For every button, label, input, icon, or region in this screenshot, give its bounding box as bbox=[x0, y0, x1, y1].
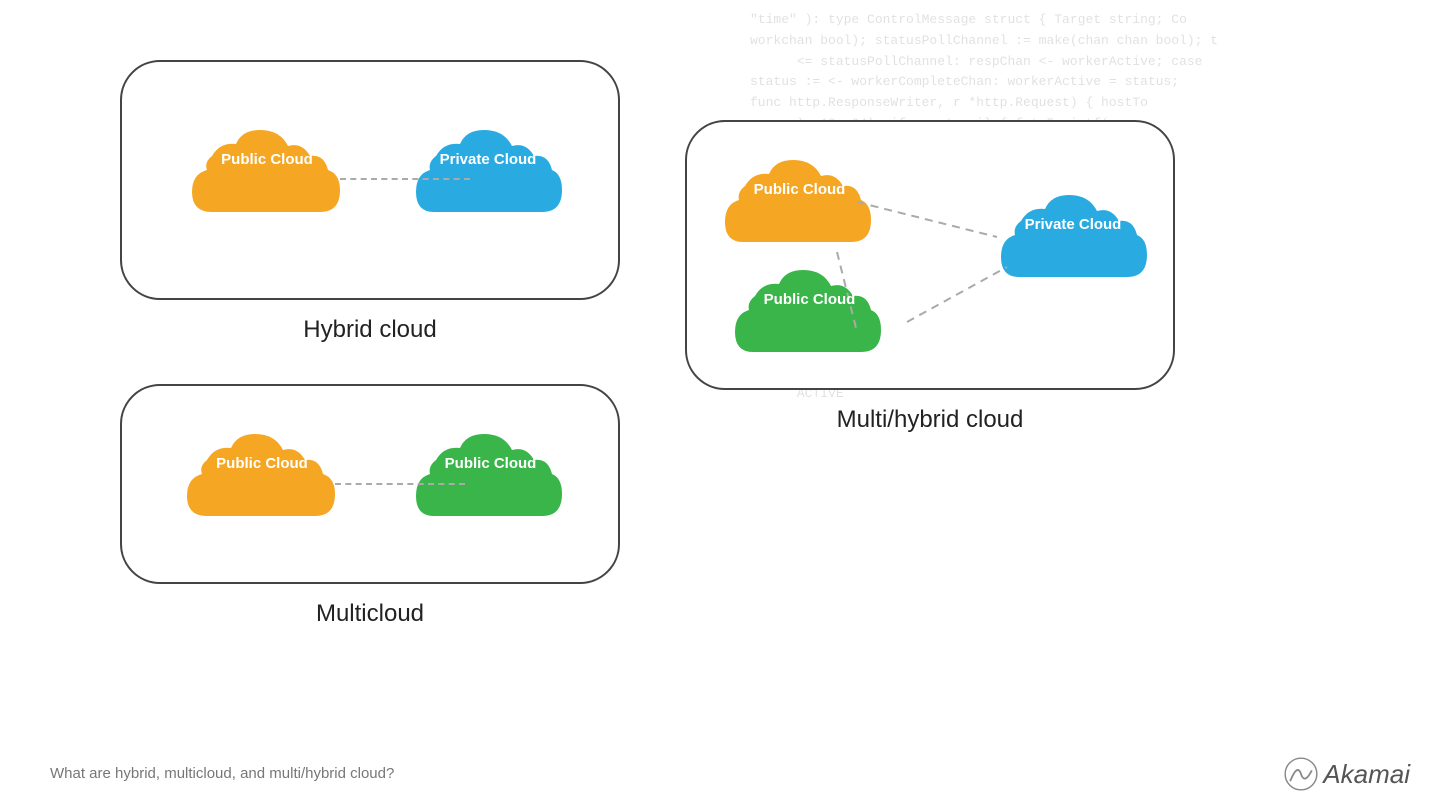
hybrid-dashed-line bbox=[340, 178, 470, 180]
mh-private-cloud: Private Cloud bbox=[993, 177, 1153, 307]
hybrid-public-cloud: Public Cloud bbox=[182, 112, 352, 242]
left-column: Public Cloud Private Cloud Hybrid cloud bbox=[0, 0, 680, 810]
multi-hybrid-title: Multi/hybrid cloud bbox=[837, 406, 1024, 434]
multicloud-title: Multicloud bbox=[316, 600, 424, 628]
multicloud-public-cloud-1: Public Cloud bbox=[177, 416, 347, 546]
right-column: Public Cloud Private Cloud bbox=[680, 0, 1180, 810]
akamai-logo: Akamai bbox=[1283, 756, 1410, 792]
hybrid-cloud-diagram: Public Cloud Private Cloud Hybrid cloud bbox=[120, 60, 620, 344]
multi-hybrid-box: Public Cloud Private Cloud bbox=[685, 120, 1175, 390]
akamai-logo-icon bbox=[1283, 756, 1319, 792]
hybrid-private-cloud: Private Cloud bbox=[408, 112, 568, 242]
mh-public-cloud-green: Public Cloud bbox=[727, 252, 892, 382]
hybrid-cloud-title: Hybrid cloud bbox=[303, 316, 436, 344]
multicloud-public-cloud-2: Public Cloud bbox=[408, 416, 573, 546]
multicloud-box: Public Cloud Public Cloud bbox=[120, 384, 620, 584]
main-content: Public Cloud Private Cloud Hybrid cloud bbox=[0, 0, 1440, 810]
multicloud-diagram: Public Cloud Public Cloud Multicloud bbox=[120, 384, 620, 628]
bottom-caption: What are hybrid, multicloud, and multi/h… bbox=[50, 765, 394, 782]
akamai-logo-text: Akamai bbox=[1323, 759, 1410, 790]
multi-hybrid-diagram: Public Cloud Private Cloud bbox=[685, 120, 1175, 434]
multicloud-dashed-line bbox=[335, 483, 465, 485]
hybrid-cloud-box: Public Cloud Private Cloud bbox=[120, 60, 620, 300]
